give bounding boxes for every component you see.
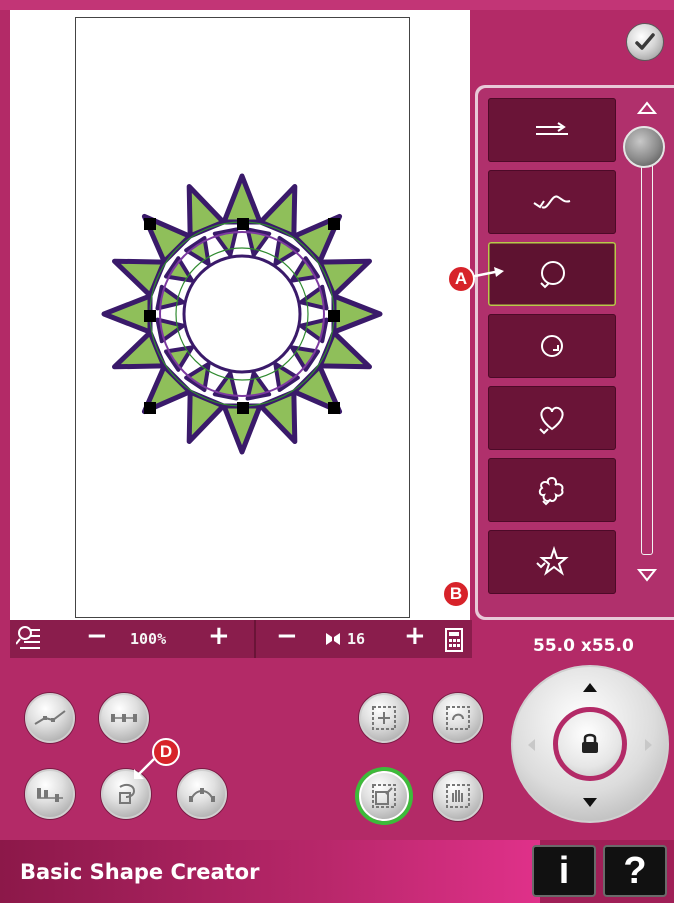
arc-button[interactable] <box>177 769 227 819</box>
design-preview[interactable] <box>88 160 388 470</box>
design-size: 55.0 x55.0 <box>533 636 634 656</box>
circle-small-icon <box>541 335 563 357</box>
repeat-increase-button[interactable]: + <box>404 621 426 651</box>
calculator-icon[interactable] <box>444 627 464 653</box>
rotate-design-icon <box>446 706 470 730</box>
wreath-outer-triangle <box>186 184 226 239</box>
scale-button[interactable] <box>359 771 409 821</box>
line-edit-button[interactable] <box>25 693 75 743</box>
callout-a: A <box>447 265 475 293</box>
distribute-button[interactable] <box>99 693 149 743</box>
stitch-item-heart[interactable] <box>488 386 616 450</box>
arrow-right-icon[interactable] <box>644 738 654 752</box>
rotate-design-button[interactable] <box>433 693 483 743</box>
scroll-up-icon[interactable] <box>636 99 658 117</box>
wave-stitch-icon <box>533 195 571 209</box>
zoom-options-icon[interactable] <box>16 624 42 652</box>
rotate-shape-icon <box>119 783 136 804</box>
wreath-outer-triangle <box>112 258 167 298</box>
wreath-outer-triangle <box>258 184 298 239</box>
star-icon <box>536 545 569 576</box>
checkmark-icon <box>635 33 655 50</box>
scroll-down-icon[interactable] <box>636 566 658 584</box>
callout-a-pointer <box>470 267 504 279</box>
line-path-icon <box>34 710 66 725</box>
stitch-item-flower[interactable] <box>488 458 616 522</box>
arrow-up-icon[interactable] <box>582 681 598 693</box>
info-button[interactable]: i <box>532 845 596 897</box>
center-design-button[interactable] <box>359 693 409 743</box>
window-title: Basic Shape Creator <box>20 860 260 884</box>
arrow-down-icon[interactable] <box>582 797 598 809</box>
wreath-outer-triangle <box>317 330 372 370</box>
wreath-outer-triangle <box>221 173 263 225</box>
lock-icon <box>582 733 598 753</box>
zoom-out-button[interactable]: − <box>86 621 108 651</box>
repeat-count: 16 <box>347 630 366 648</box>
scroll-thumb[interactable] <box>623 126 665 168</box>
stitch-item-straight[interactable] <box>488 98 616 162</box>
circle-loop-icon <box>540 261 565 289</box>
zoom-in-button[interactable]: + <box>208 621 230 651</box>
wreath-outer-triangle <box>186 389 226 444</box>
callout-d: D <box>152 738 180 766</box>
help-button[interactable]: ? <box>603 845 667 897</box>
distribute-icon <box>111 714 137 722</box>
hand-icon <box>446 784 470 808</box>
align-icon <box>37 788 63 802</box>
wreath-outer-triangle <box>331 293 383 335</box>
scale-icon <box>372 784 396 808</box>
stitch-item-wave[interactable] <box>488 170 616 234</box>
pan-button[interactable] <box>433 771 483 821</box>
wreath-outer-triangle <box>258 389 298 444</box>
scroll-track[interactable] <box>641 150 653 555</box>
ok-button[interactable] <box>626 23 664 61</box>
stitch-item-circle[interactable] <box>488 242 616 306</box>
wreath-outer-triangle <box>101 293 153 335</box>
stitch-item-star[interactable] <box>488 530 616 594</box>
zoom-toolbar <box>10 620 472 658</box>
stitch-item-small-circle[interactable] <box>488 314 616 378</box>
zoom-value: 100% <box>130 630 167 648</box>
repeat-shape-icon <box>326 633 340 645</box>
callout-b: B <box>442 580 470 608</box>
flower-icon <box>538 476 564 506</box>
frame-top <box>0 0 674 10</box>
heart-icon <box>539 406 564 435</box>
arc-icon <box>189 788 215 802</box>
arrow-left-icon[interactable] <box>526 738 536 752</box>
align-button[interactable] <box>25 769 75 819</box>
center-icon <box>372 706 396 730</box>
toolbar-divider <box>254 620 256 658</box>
arrows-line-icon <box>536 122 568 135</box>
repeat-decrease-button[interactable]: − <box>276 621 298 651</box>
wreath-outer-triangle <box>112 330 167 370</box>
wreath-outer-triangle <box>317 258 372 298</box>
